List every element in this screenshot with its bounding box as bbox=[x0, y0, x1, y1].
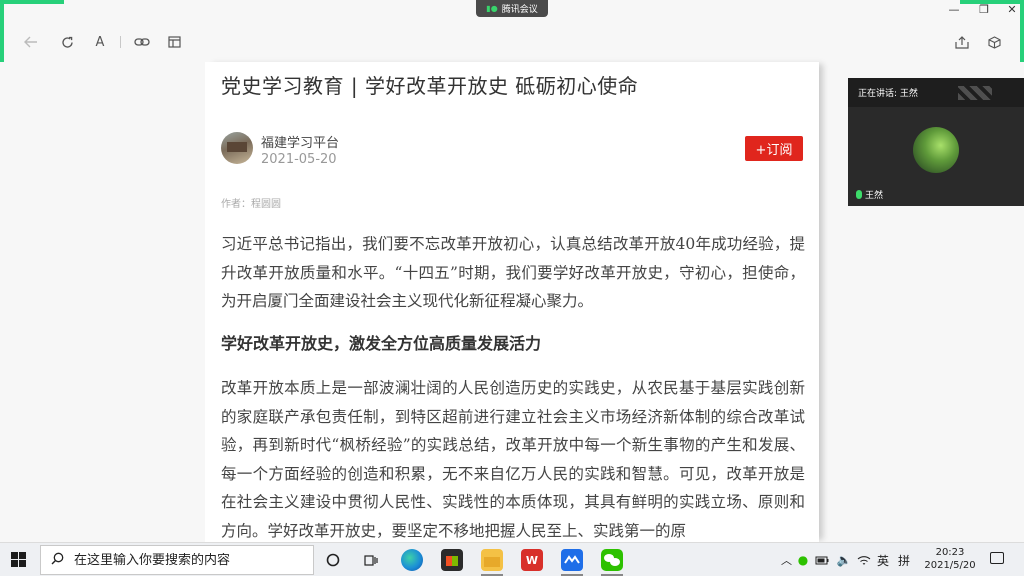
browser-window-icon[interactable] bbox=[163, 31, 185, 53]
microphone-icon bbox=[856, 190, 862, 199]
wechat-tray-icon[interactable]: ● bbox=[796, 549, 810, 571]
publish-date: 2021-05-20 bbox=[261, 152, 337, 167]
share-icon[interactable] bbox=[951, 31, 973, 53]
search-input[interactable] bbox=[74, 552, 304, 568]
file-explorer-icon[interactable] bbox=[481, 549, 503, 571]
meeting-logo-icon bbox=[958, 86, 992, 100]
search-icon bbox=[51, 552, 64, 569]
edge-browser-icon[interactable] bbox=[401, 549, 423, 571]
signal-icon: ▮● bbox=[486, 4, 498, 13]
subscribe-button[interactable]: +订阅 bbox=[745, 136, 803, 161]
wps-icon[interactable]: W bbox=[521, 549, 543, 571]
participant-name: 王然 bbox=[865, 191, 884, 201]
cortana-icon[interactable] bbox=[322, 549, 344, 571]
account-name[interactable]: 福建学习平台 bbox=[261, 132, 339, 151]
account-avatar[interactable] bbox=[221, 132, 253, 164]
tencent-meeting-icon[interactable] bbox=[561, 549, 583, 571]
video-tile[interactable]: 王然 bbox=[848, 107, 1024, 206]
article-paragraph: 改革开放本质上是一部波澜壮阔的人民创造历史的实践史，从农民基于基层实践创新的家庭… bbox=[221, 379, 805, 540]
back-arrow-icon[interactable] bbox=[20, 31, 42, 53]
volume-icon[interactable]: 🔈 bbox=[836, 549, 852, 571]
system-clock[interactable]: 20:23 2021/5/20 bbox=[922, 546, 978, 572]
clock-date: 2021/5/20 bbox=[924, 560, 976, 571]
task-view-icon[interactable] bbox=[359, 549, 381, 571]
ime-language-toggle[interactable]: 英 bbox=[877, 552, 889, 569]
article-card: 党史学习教育 | 学好改革开放史 砥砺初心使命 福建学习平台 2021-05-2… bbox=[205, 62, 819, 542]
share-border-corner bbox=[0, 0, 4, 64]
font-size-icon[interactable]: A bbox=[89, 31, 111, 53]
tray-chevron-up-icon[interactable]: ︿ bbox=[781, 552, 792, 568]
store-icon[interactable] bbox=[441, 549, 463, 571]
minimize-icon[interactable]: — bbox=[944, 3, 964, 16]
article-title: 党史学习教育 | 学好改革开放史 砥砺初心使命 bbox=[221, 74, 639, 98]
share-border-corner bbox=[960, 0, 1024, 4]
wechat-icon[interactable] bbox=[601, 549, 623, 571]
participant-avatar bbox=[913, 127, 959, 173]
close-icon[interactable]: ✕ bbox=[1002, 3, 1022, 16]
article-subheading: 学好改革开放史，激发全方位高质量发展活力 bbox=[221, 334, 542, 353]
share-border-corner bbox=[0, 0, 64, 4]
ime-mode-toggle[interactable]: 拼 bbox=[898, 552, 910, 569]
video-panel[interactable]: 正在讲话: 王然 王然 bbox=[848, 78, 1024, 206]
windows-start-icon[interactable] bbox=[11, 552, 26, 567]
speaking-indicator: 正在讲话: 王然 bbox=[848, 78, 1024, 107]
speaking-label: 正在讲话: 王然 bbox=[858, 89, 918, 99]
notification-center-icon[interactable] bbox=[990, 552, 1004, 564]
clock-time: 20:23 bbox=[935, 547, 965, 558]
refresh-icon[interactable] bbox=[56, 31, 78, 53]
share-border-corner bbox=[1020, 0, 1024, 64]
participant-name-tag: 王然 bbox=[856, 188, 883, 201]
taskbar-search[interactable] bbox=[40, 545, 314, 575]
battery-icon[interactable] bbox=[814, 549, 830, 571]
wifi-icon[interactable] bbox=[856, 549, 872, 571]
taskbar: W ︿ ● 🔈 英 拼 20:23 2021/5/20 bbox=[0, 542, 1024, 576]
author-line: 作者：程圆圆 bbox=[221, 199, 281, 210]
link-icon[interactable] bbox=[131, 31, 153, 53]
article-paragraph: 习近平总书记指出，我们要不忘改革开放初心，认真总结改革开放40年成功经验，提升改… bbox=[221, 235, 805, 310]
cube-icon[interactable] bbox=[983, 31, 1005, 53]
maximize-icon[interactable]: ❐ bbox=[974, 3, 994, 16]
meeting-indicator[interactable]: ▮● 腾讯会议 bbox=[476, 0, 548, 17]
meeting-label: 腾讯会议 bbox=[501, 5, 538, 15]
